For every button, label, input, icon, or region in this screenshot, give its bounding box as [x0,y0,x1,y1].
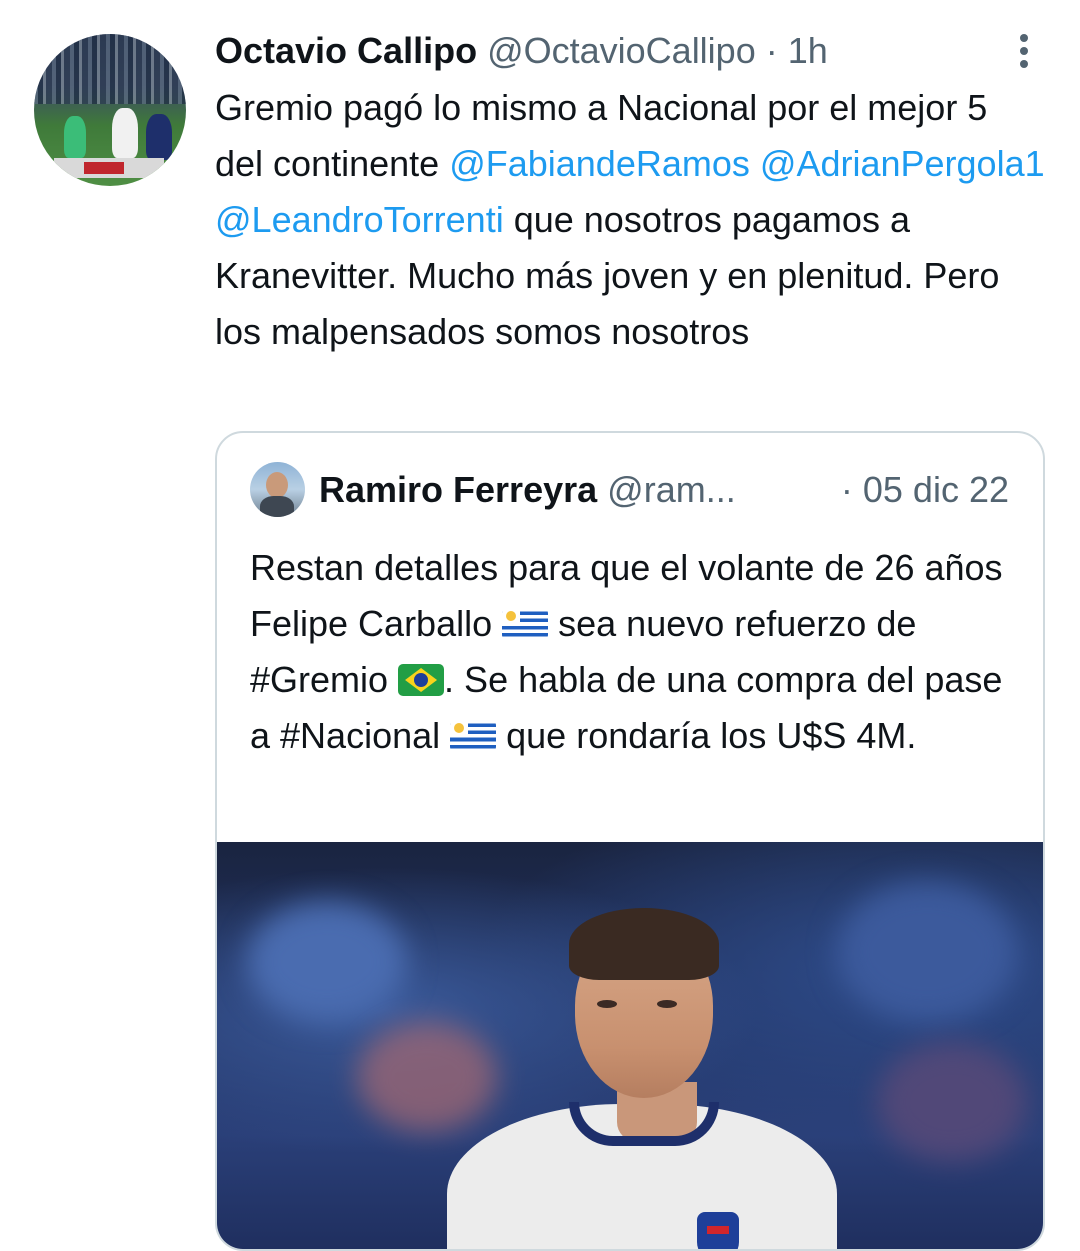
quoted-tweet-card[interactable]: Ramiro Ferreyra @ram... · 05 dic 22 Rest… [215,431,1045,1251]
crowd-blur [357,1022,497,1132]
quoted-author-name[interactable]: Ramiro Ferreyra [319,469,597,510]
avatar-banner [54,158,164,178]
separator-dot: · [765,30,778,71]
quoted-author-handle[interactable]: @ram... [607,469,736,510]
crowd-blur [837,882,1017,1022]
quoted-author-avatar[interactable] [250,462,305,517]
author-handle[interactable]: @OctavioCallipo [487,30,756,71]
avatar-torso [260,496,294,517]
mention-link[interactable]: @FabiandeRamos [449,143,750,184]
uruguay-flag-icon [450,720,497,752]
quoted-text-part4: que rondaría los U$S 4M. [496,715,917,756]
mention-link[interactable]: @LeandroTorrenti [215,199,504,240]
quoted-tweet-text: Restan detalles para que el volante de 2… [250,540,1020,764]
brazil-flag-icon [398,664,445,696]
tweet-text: Gremio pagó lo mismo a Nacional por el m… [215,80,1045,360]
mention-link[interactable]: @AdrianPergola1 [760,143,1045,184]
crowd-blur [877,1042,1027,1162]
avatar-player-goalkeeper [64,116,86,158]
player-collar [569,1102,719,1146]
author-name[interactable]: Octavio Callipo [215,30,477,71]
crowd-blur [247,902,407,1022]
avatar-face [266,472,288,498]
avatar-crowd [34,34,186,104]
more-options-icon[interactable] [1014,34,1034,70]
player-eye [657,1000,677,1008]
author-avatar[interactable] [34,34,186,186]
uruguay-flag-icon [502,608,549,640]
quoted-tweet-photo[interactable] [217,842,1043,1249]
quoted-tweet-date[interactable]: · 05 dic 22 [841,466,1009,514]
avatar-player-white [112,108,138,158]
player-hair [569,908,719,980]
tweet-header: Octavio Callipo @OctavioCallipo · 1h [215,29,828,73]
player-eye [597,1000,617,1008]
club-crest-icon [697,1212,739,1249]
tweet-time[interactable]: 1h [788,30,828,71]
quoted-tweet-header: Ramiro Ferreyra @ram... [319,466,736,514]
avatar-player-blue [146,114,172,160]
